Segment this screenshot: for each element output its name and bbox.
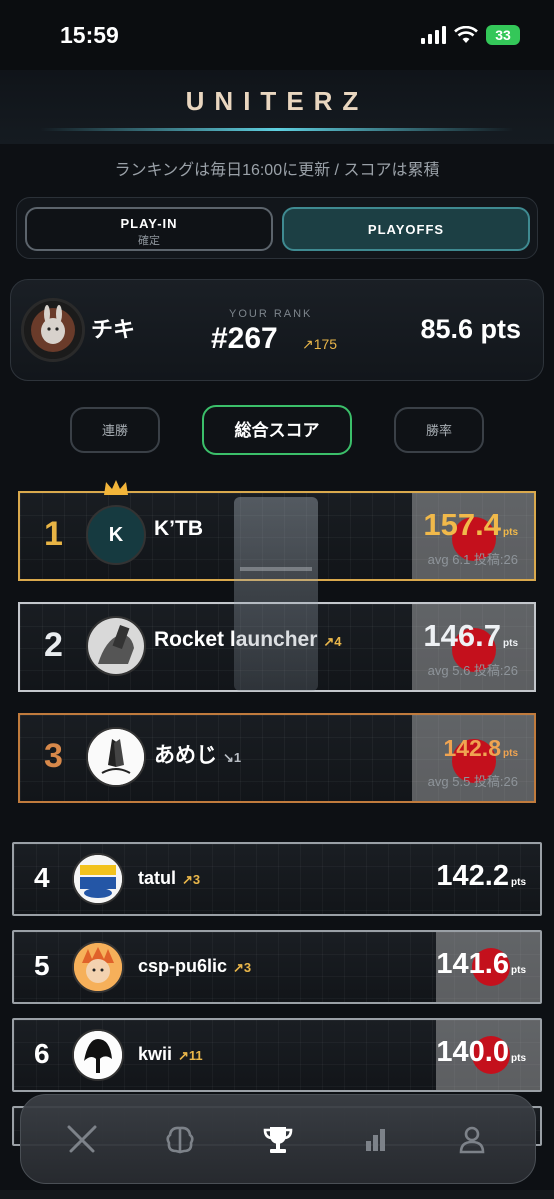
chart-icon[interactable] — [359, 1123, 393, 1157]
my-rank: #267 — [211, 322, 278, 355]
score-average: avg 5.5 投稿:26 — [427, 774, 518, 789]
score: 142.8 pts — [443, 735, 518, 761]
score: 140.0 pts — [436, 1036, 526, 1068]
score-average: avg 6.1 投稿:26 — [427, 552, 518, 567]
sort-total-score[interactable]: 総合スコア — [202, 405, 352, 455]
avatar — [72, 853, 124, 905]
rank-number: 1 — [44, 515, 63, 553]
rank-number: 4 — [34, 862, 50, 893]
tab-playoffs-label: PLAYOFFS — [367, 222, 445, 237]
sort-win-rate[interactable]: 勝率 — [394, 407, 484, 453]
leaderboard-row[interactable]: 5 csp-pu6lic ↗3 141.6 pts — [12, 930, 542, 1004]
score: 146.7 pts — [423, 618, 518, 653]
avatar-letter: K — [108, 523, 124, 546]
my-rank-trend: ↗175 — [302, 336, 338, 352]
bottom-edge — [0, 1190, 554, 1199]
wifi-icon — [454, 26, 478, 43]
score: 142.2 pts — [436, 860, 526, 892]
brain-icon[interactable] — [163, 1123, 197, 1157]
tab-play-in[interactable]: PLAY-IN 確定 — [25, 207, 273, 251]
rank-number: 6 — [34, 1038, 50, 1069]
leaderboard-row[interactable]: 3 あめじ ↘1 142.8 pts avg 5.5 投稿:26 — [18, 713, 536, 803]
app-header: UNITERZ — [0, 70, 554, 144]
leaderboard-row[interactable]: 4 tatul ↗3 142.2 pts — [12, 842, 542, 916]
username: tatul ↗3 — [138, 868, 201, 888]
status-time: 15:59 — [60, 22, 119, 48]
my-username: チキ — [91, 317, 136, 342]
crown-icon — [104, 480, 128, 495]
status-bar: 15:59 33 — [0, 0, 554, 70]
avatar — [21, 298, 85, 362]
tab-playoffs[interactable]: PLAYOFFS — [282, 207, 530, 251]
battery-icon: 33 — [486, 25, 520, 45]
score: 157.4 pts — [423, 507, 518, 542]
rank-number: 2 — [44, 626, 63, 664]
rank-number: 3 — [44, 737, 63, 775]
avatar — [72, 1029, 124, 1081]
cellular-signal-icon — [421, 26, 446, 44]
trophy-icon[interactable] — [261, 1123, 295, 1157]
my-rank-card[interactable]: チキ YOUR RANK #267 ↗175 85.6 pts — [10, 279, 544, 381]
rank-number: 5 — [34, 950, 50, 981]
header-glow-divider — [40, 128, 514, 131]
leaderboard-row[interactable]: 6 kwii ↗11 140.0 pts — [12, 1018, 542, 1092]
username: K’TB — [154, 517, 203, 540]
avatar — [72, 941, 124, 993]
sort-streak[interactable]: 連勝 — [70, 407, 160, 453]
username: kwii ↗11 — [138, 1044, 203, 1064]
update-notice: ランキングは毎日16:00に更新 / スコアは累積 — [114, 162, 440, 179]
status-icons: 33 — [421, 25, 520, 45]
battle-icon[interactable] — [65, 1123, 99, 1157]
profile-icon[interactable] — [455, 1123, 489, 1157]
score-average: avg 5.6 投稿:26 — [427, 663, 518, 678]
tab-play-in-sub: 確定 — [138, 235, 160, 247]
season-segment-control: PLAY-IN 確定 PLAYOFFS — [16, 197, 538, 259]
username: csp-pu6lic ↗3 — [138, 956, 252, 976]
tab-play-in-label: PLAY-IN — [120, 216, 178, 231]
avatar — [86, 727, 146, 787]
app-logo: UNITERZ — [185, 86, 369, 116]
score: 141.6 pts — [436, 948, 526, 980]
your-rank-label: YOUR RANK — [229, 308, 313, 320]
username: あめじ ↘1 — [154, 744, 242, 767]
my-points: 85.6 pts — [420, 314, 521, 344]
glass-overlay — [234, 497, 318, 691]
avatar: K — [86, 505, 146, 565]
avatar — [86, 616, 146, 676]
bottom-tab-bar — [20, 1094, 536, 1184]
